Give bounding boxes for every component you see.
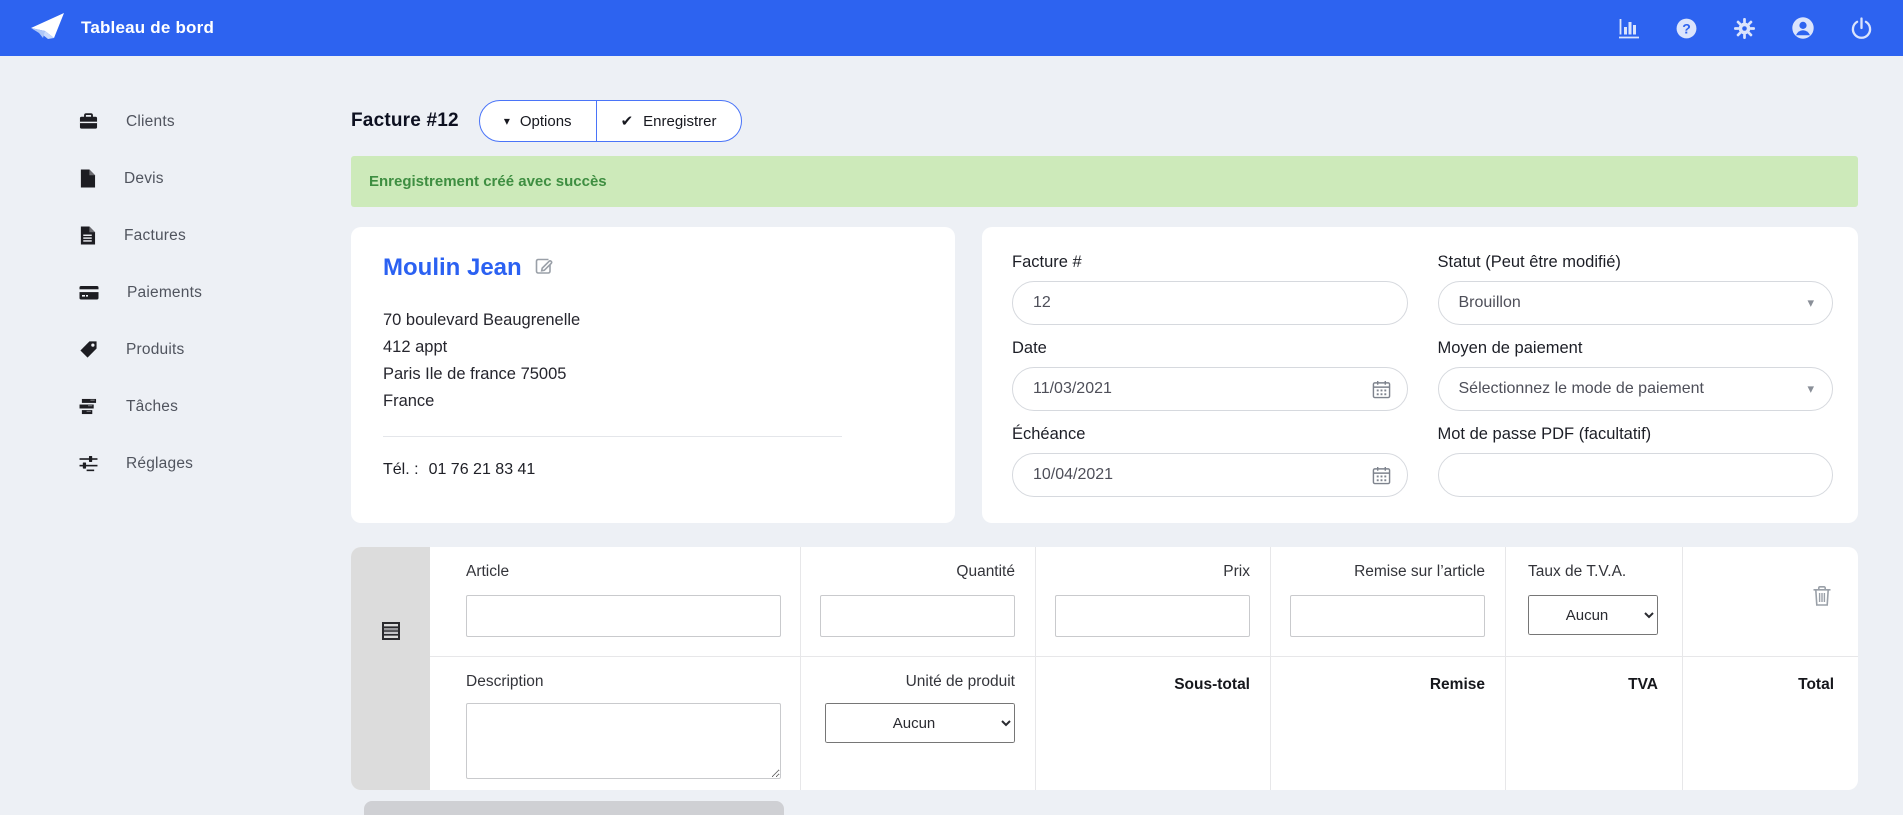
- success-alert: Enregistrement créé avec succès: [351, 156, 1858, 207]
- total-label: Total: [1682, 656, 1858, 790]
- quantity-cell: Quantité: [800, 547, 1035, 656]
- article-cell: Article: [430, 547, 800, 656]
- item-discount-input[interactable]: [1290, 595, 1485, 637]
- quantity-label: Quantité: [956, 563, 1015, 580]
- invoice-number-input[interactable]: [1012, 281, 1408, 325]
- sidebar-item-factures[interactable]: Factures: [0, 207, 351, 264]
- tax-rate-cell: Taux de T.V.A. Aucun: [1505, 547, 1682, 656]
- pdf-password-input[interactable]: [1437, 453, 1833, 497]
- due-date-label: Échéance: [1012, 425, 1086, 443]
- product-unit-label: Unité de produit: [905, 673, 1015, 690]
- invoice-date-input[interactable]: [1012, 367, 1408, 411]
- help-icon[interactable]: ?: [1675, 17, 1698, 40]
- sidebar-item-label: Produits: [126, 340, 185, 358]
- settings-icon[interactable]: [1733, 17, 1756, 40]
- sidebar-item-paiements[interactable]: Paiements: [0, 264, 351, 321]
- sidebar-item-produits[interactable]: Produits: [0, 321, 351, 378]
- save-button[interactable]: ✔ Enregistrer: [595, 101, 741, 141]
- sliders-icon: [79, 455, 98, 472]
- paper-plane-logo-icon: [30, 11, 66, 46]
- subtotal-label: Sous-total: [1035, 656, 1270, 790]
- chevron-down-icon: ▾: [1807, 295, 1814, 310]
- sidebar-item-label: Devis: [124, 169, 164, 187]
- status-select[interactable]: Brouillon ▾: [1437, 281, 1833, 325]
- brand[interactable]: Tableau de bord: [30, 11, 214, 46]
- sidebar-item-label: Tâches: [126, 397, 179, 415]
- sidebar-item-label: Clients: [126, 112, 175, 130]
- delete-row-cell: [1682, 547, 1858, 656]
- item-discount-cell: Remise sur l’article: [1270, 547, 1505, 656]
- client-phone: Tél. :01 76 21 83 41: [383, 461, 536, 478]
- price-label: Prix: [1223, 563, 1250, 580]
- row-drag-handle[interactable]: [351, 547, 430, 790]
- sidebar: Clients Devis Factures Paiements Produit…: [0, 56, 351, 492]
- product-unit-select[interactable]: Aucun: [825, 703, 1015, 743]
- description-label: Description: [466, 673, 544, 690]
- file-text-icon: [79, 226, 96, 245]
- price-cell: Prix: [1035, 547, 1270, 656]
- credit-card-icon: [79, 283, 99, 302]
- tasks-icon: [79, 398, 98, 415]
- client-name-link[interactable]: Moulin Jean: [383, 254, 522, 282]
- briefcase-icon: [79, 112, 98, 131]
- article-label: Article: [466, 563, 510, 580]
- product-unit-cell: Unité de produit Aucun: [800, 656, 1035, 790]
- description-textarea[interactable]: [466, 703, 781, 779]
- price-input[interactable]: [1055, 595, 1250, 637]
- item-discount-label: Remise sur l’article: [1354, 563, 1485, 580]
- quantity-input[interactable]: [820, 595, 1015, 637]
- options-button[interactable]: ▾ Options: [480, 101, 596, 141]
- article-input[interactable]: [466, 595, 781, 637]
- sidebar-item-reglages[interactable]: Réglages: [0, 435, 351, 492]
- reports-icon[interactable]: [1618, 17, 1640, 39]
- file-icon: [79, 169, 96, 188]
- client-address: 70 boulevard Beaugrenelle 412 appt Paris…: [383, 311, 581, 410]
- sidebar-item-taches[interactable]: Tâches: [0, 378, 351, 435]
- tag-icon: [79, 340, 98, 359]
- client-card: Moulin Jean 70 boulevard Beaugrenelle 41…: [351, 227, 955, 523]
- main-content: Facture #12 ▾ Options ✔ Enregistrer Enre…: [351, 56, 1858, 815]
- pdf-password-label: Mot de passe PDF (facultatif): [1437, 425, 1652, 443]
- tax-rate-label: Taux de T.V.A.: [1528, 563, 1627, 580]
- sidebar-item-label: Paiements: [127, 283, 203, 301]
- sidebar-item-label: Factures: [124, 226, 186, 244]
- invoice-date-label: Date: [1012, 339, 1047, 357]
- drag-handle-icon: [381, 621, 400, 640]
- payment-method-select[interactable]: Sélectionnez le mode de paiement ▾: [1437, 367, 1833, 411]
- top-navbar: Tableau de bord ?: [0, 0, 1903, 56]
- due-date-input[interactable]: [1012, 453, 1408, 497]
- invoice-items-table: Article Quantité Prix Remise sur l’artic…: [351, 547, 1858, 790]
- svg-text:?: ?: [1682, 20, 1691, 36]
- calendar-icon: [1372, 380, 1390, 399]
- tax-rate-select[interactable]: Aucun: [1528, 595, 1658, 635]
- account-icon[interactable]: [1791, 16, 1815, 40]
- trash-icon[interactable]: [1812, 585, 1832, 612]
- tva-label: TVA: [1505, 656, 1682, 790]
- invoice-details-card: Facture # Date: [982, 227, 1858, 523]
- sidebar-item-devis[interactable]: Devis: [0, 150, 351, 207]
- edit-client-icon[interactable]: [534, 256, 554, 281]
- sidebar-item-clients[interactable]: Clients: [0, 93, 351, 150]
- logout-icon[interactable]: [1850, 16, 1873, 40]
- chevron-down-icon: ▾: [1807, 381, 1814, 396]
- discount-label: Remise: [1270, 656, 1505, 790]
- chevron-down-icon: ▾: [503, 114, 510, 128]
- success-alert-message: Enregistrement créé avec succès: [369, 173, 607, 190]
- invoice-number-label: Facture #: [1012, 253, 1082, 271]
- next-section-edge: [364, 801, 784, 815]
- sidebar-item-label: Réglages: [126, 454, 194, 472]
- action-button-group: ▾ Options ✔ Enregistrer: [478, 100, 742, 142]
- payment-method-label: Moyen de paiement: [1437, 339, 1583, 357]
- divider: [383, 436, 842, 437]
- description-cell: Description: [430, 656, 800, 790]
- status-label: Statut (Peut être modifié): [1437, 253, 1621, 271]
- app-title: Tableau de bord: [81, 18, 215, 37]
- check-icon: ✔: [620, 113, 634, 130]
- calendar-icon: [1372, 466, 1390, 485]
- page-title: Facture #12: [351, 110, 459, 131]
